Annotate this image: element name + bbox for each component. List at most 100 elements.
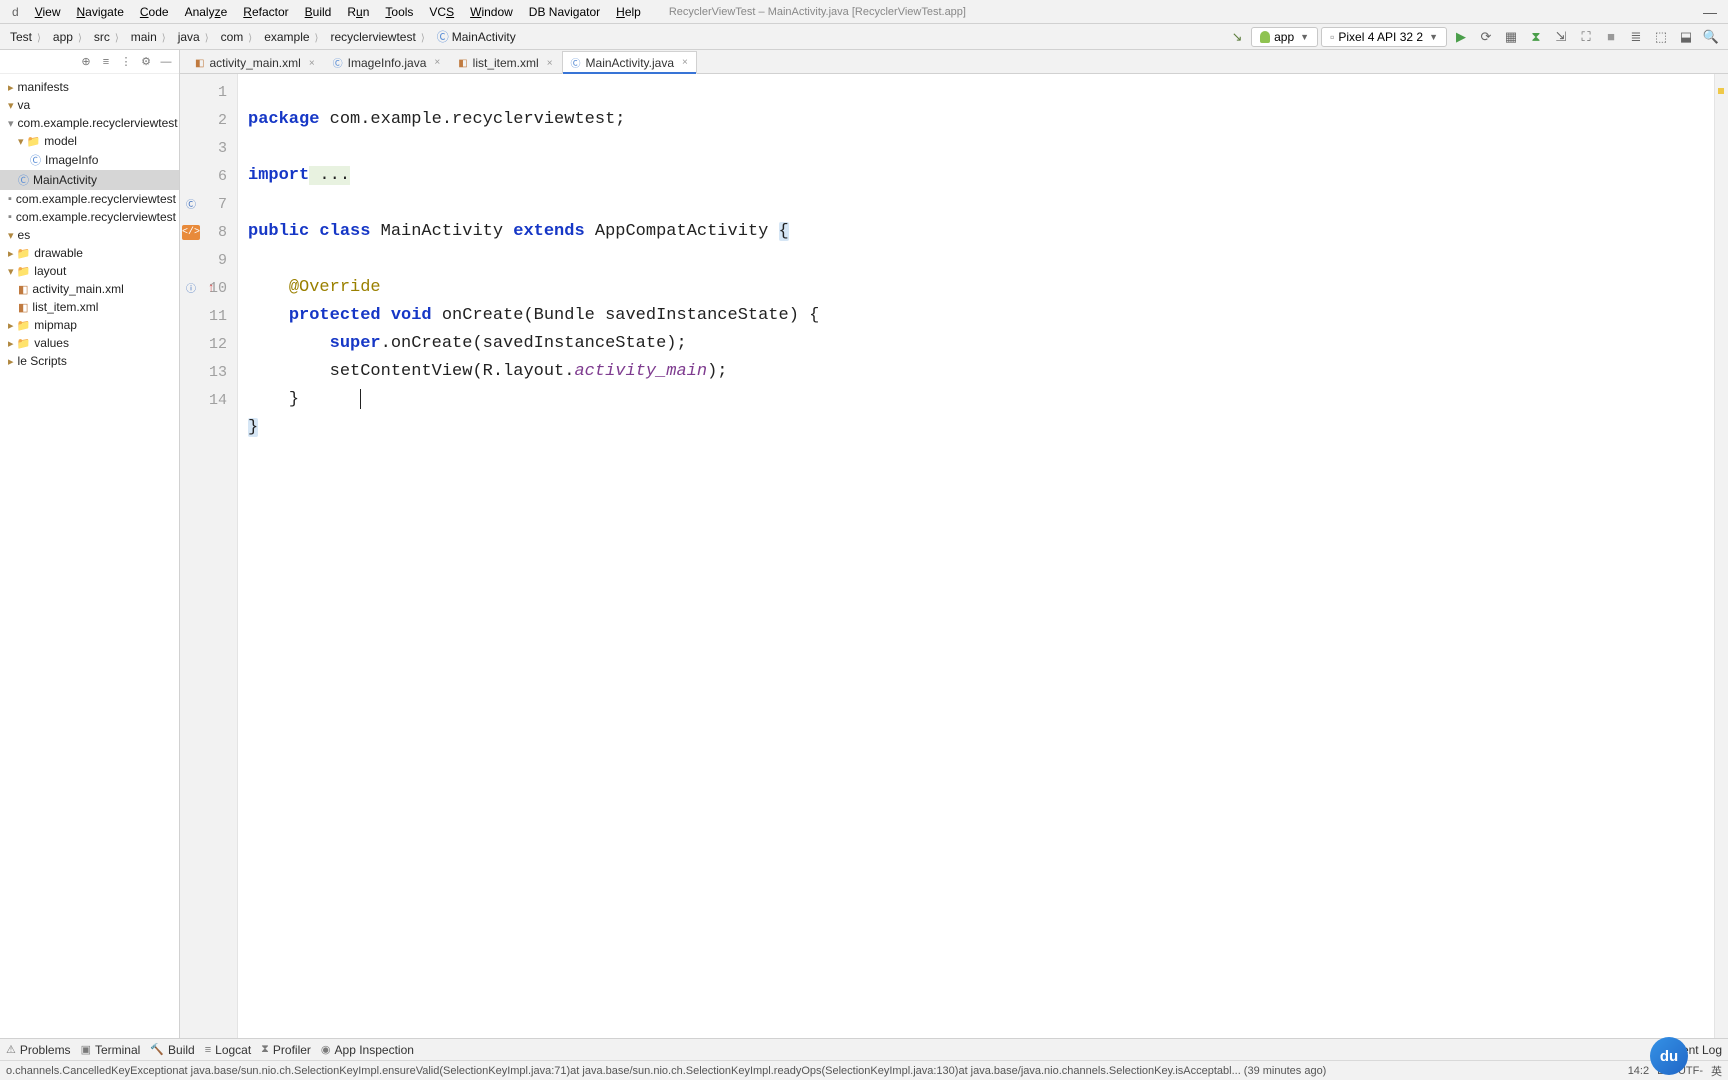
menu-refactor[interactable]: Refactor <box>235 2 296 22</box>
method-gutter-icon[interactable]: ⓘ <box>182 281 200 296</box>
scroll-marker <box>1718 88 1724 94</box>
build-icon[interactable]: ↘ <box>1226 26 1248 48</box>
tree-item-mainactivity[interactable]: ⒸMainActivity <box>0 170 179 190</box>
menu-code[interactable]: Code <box>132 2 177 22</box>
tree-item: ▸ 📁mipmap <box>0 316 179 334</box>
xml-icon: ◧ <box>458 58 467 69</box>
device-select[interactable]: ▫ Pixel 4 API 32 2 ▼ <box>1321 27 1447 47</box>
editor-tabs: ◧activity_main.xml× ⒸImageInfo.java× ◧li… <box>180 50 1728 74</box>
tree-item: ▸le Scripts <box>0 352 179 370</box>
menu-run[interactable]: Run <box>339 2 377 22</box>
package-icon: ▪ <box>8 211 12 223</box>
logcat-icon: ≡ <box>205 1044 211 1056</box>
search-icon[interactable]: 🔍 <box>1700 26 1722 48</box>
scrollbar[interactable] <box>1714 74 1728 1038</box>
crumb-src[interactable]: src <box>90 28 123 46</box>
sidebar-toolbar: ⊕ ≡ ⋮ ⚙ — <box>0 50 179 74</box>
override-gutter-icon[interactable]: </> <box>182 225 200 240</box>
close-icon[interactable]: × <box>309 58 315 69</box>
bottom-tab-build[interactable]: 🔨Build <box>150 1043 194 1057</box>
gear-icon[interactable]: ⚙ <box>137 53 155 71</box>
xml-icon: ◧ <box>195 58 204 69</box>
crumb-class[interactable]: MainActivity <box>433 26 525 47</box>
tree-item: ▾es <box>0 226 179 244</box>
folder-icon: ▾ <box>8 229 14 242</box>
class-gutter-icon[interactable]: Ⓒ <box>182 197 200 212</box>
bottom-tab-problems[interactable]: ⚠Problems <box>6 1043 71 1057</box>
sync-icon[interactable]: ≣ <box>1625 26 1647 48</box>
window-title: RecyclerViewTest – MainActivity.java [Re… <box>669 6 966 18</box>
package-icon: ▪ <box>8 193 12 205</box>
menu-navigate[interactable]: Navigate <box>69 2 132 22</box>
status-position: 14:2 <box>1628 1065 1649 1077</box>
debug-icon[interactable]: ⟳ <box>1475 26 1497 48</box>
tree-item: ▾ 📁model <box>0 132 179 150</box>
close-icon[interactable]: × <box>434 57 440 68</box>
terminal-icon: ▣ <box>81 1043 91 1056</box>
menu-window[interactable]: Window <box>462 2 521 22</box>
tab-list-item[interactable]: ◧list_item.xml× <box>449 52 561 73</box>
menu-help[interactable]: Help <box>608 2 649 22</box>
tree-item: ⒸImageInfo <box>0 150 179 170</box>
minimize-button[interactable]: — <box>1696 4 1724 20</box>
gutter[interactable]: 1 2 3 6 Ⓒ7 </>8 9 ⓘ↑10 11 12 13 14 <box>180 74 238 1038</box>
crumb-app[interactable]: app <box>49 28 86 46</box>
project-tree[interactable]: ▸manifests ▾va ▾com.example.recyclerview… <box>0 74 179 1038</box>
heap-icon[interactable]: ⛶ <box>1575 26 1597 48</box>
stop-icon[interactable]: ■ <box>1600 26 1622 48</box>
menu-file[interactable]: d <box>4 2 27 22</box>
bottom-tab-terminal[interactable]: ▣Terminal <box>81 1043 141 1057</box>
crumb-com[interactable]: com <box>217 28 257 46</box>
avd-icon[interactable]: ⬚ <box>1650 26 1672 48</box>
warning-icon: ⚠ <box>6 1043 16 1056</box>
status-message: o.channels.CancelledKeyExceptionat java.… <box>6 1065 1620 1077</box>
crumb-java[interactable]: java <box>174 28 213 46</box>
attach-icon[interactable]: ⇲ <box>1550 26 1572 48</box>
folder-icon: ▾ 📁 <box>8 265 30 278</box>
code-content[interactable]: package com.example.recyclerviewtest; im… <box>238 74 1714 1038</box>
filter-icon[interactable]: ⋮ <box>117 53 135 71</box>
arrow-gutter-icon[interactable]: ↑ <box>202 281 220 296</box>
bottom-tab-logcat[interactable]: ≡Logcat <box>205 1043 251 1057</box>
nav-toolbar: Test app src main java com example recyc… <box>0 24 1728 50</box>
menu-analyze[interactable]: Analyze <box>177 2 236 22</box>
menubar: d View Navigate Code Analyze Refactor Bu… <box>0 0 1728 24</box>
run-config-select[interactable]: app ▼ <box>1251 27 1318 47</box>
sdk-icon[interactable]: ⬓ <box>1675 26 1697 48</box>
bottom-tab-appinspection[interactable]: ◉App Inspection <box>321 1043 414 1057</box>
tab-activity-main[interactable]: ◧activity_main.xml× <box>186 52 324 73</box>
run-config-label: app <box>1274 30 1294 44</box>
menu-db[interactable]: DB Navigator <box>521 2 608 22</box>
inspect-icon: ◉ <box>321 1043 331 1056</box>
tree-item: ▾va <box>0 96 179 114</box>
close-icon[interactable]: × <box>682 57 688 68</box>
main-area: ⊕ ≡ ⋮ ⚙ — ▸manifests ▾va ▾com.example.re… <box>0 50 1728 1038</box>
status-bar: o.channels.CancelledKeyExceptionat java.… <box>0 1060 1728 1080</box>
crumb-pkg[interactable]: recyclerviewtest <box>326 28 428 46</box>
tree-item: ▸ 📁values <box>0 334 179 352</box>
bottom-tab-profiler[interactable]: ⧗Profiler <box>261 1043 311 1057</box>
profiler-icon[interactable]: ⧗ <box>1525 26 1547 48</box>
floating-badge[interactable]: du <box>1650 1037 1688 1075</box>
folder-icon: ▸ 📁 <box>8 337 30 350</box>
menu-build[interactable]: Build <box>297 2 340 22</box>
menu-vcs[interactable]: VCS <box>421 2 462 22</box>
status-lang: 英 <box>1711 1063 1722 1079</box>
hide-icon[interactable]: — <box>157 53 175 71</box>
tab-imageinfo[interactable]: ⒸImageInfo.java× <box>324 51 450 73</box>
tree-item: ◧activity_main.xml <box>0 280 179 298</box>
crumb-test[interactable]: Test <box>6 28 45 46</box>
collapse-icon[interactable]: ≡ <box>97 53 115 71</box>
menu-view[interactable]: View <box>27 2 69 22</box>
add-icon[interactable]: ⊕ <box>77 53 95 71</box>
crumb-main[interactable]: main <box>127 28 170 46</box>
menu-tools[interactable]: Tools <box>377 2 421 22</box>
chevron-down-icon: ▼ <box>1300 32 1309 42</box>
editor-body[interactable]: 1 2 3 6 Ⓒ7 </>8 9 ⓘ↑10 11 12 13 14 packa… <box>180 74 1728 1038</box>
close-icon[interactable]: × <box>547 58 553 69</box>
run-icon[interactable]: ▶ <box>1450 26 1472 48</box>
hammer-icon: 🔨 <box>150 1043 164 1056</box>
tab-mainactivity[interactable]: ⒸMainActivity.java× <box>562 51 697 74</box>
coverage-icon[interactable]: ▦ <box>1500 26 1522 48</box>
crumb-example[interactable]: example <box>260 28 322 46</box>
